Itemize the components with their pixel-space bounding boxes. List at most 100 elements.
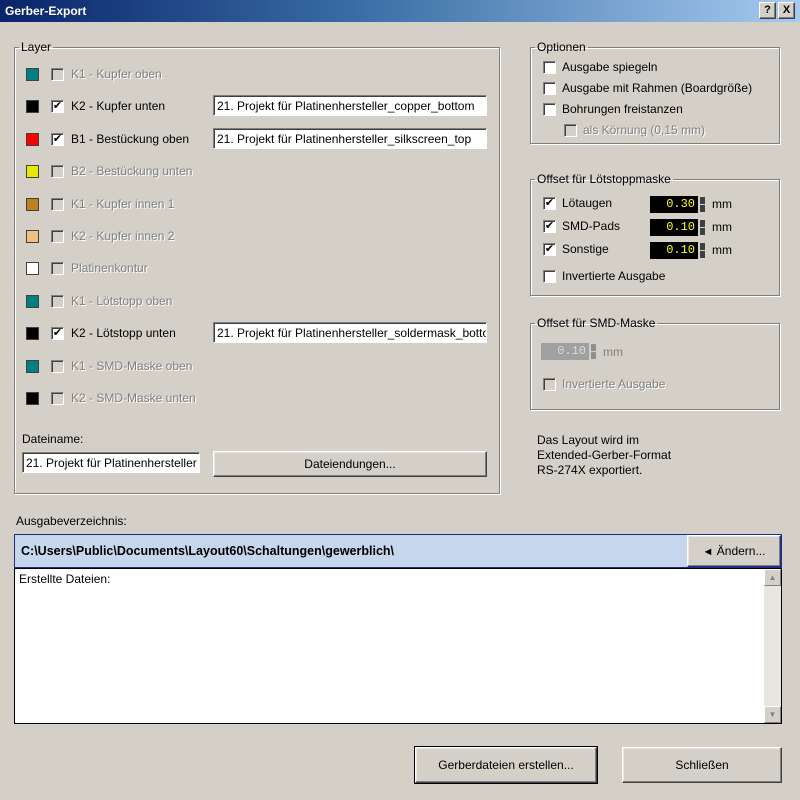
layer-group-title: Layer	[21, 40, 52, 54]
create-gerber-button[interactable]: Gerberdateien erstellen...	[414, 746, 598, 784]
layer-color-swatch	[26, 392, 39, 405]
layer-filename-input[interactable]: 21. Projekt für Platinenhersteller_silks…	[213, 128, 487, 149]
layer-color-swatch	[26, 198, 39, 211]
layer-row: B2 - Bestückung unten	[0, 163, 500, 183]
layer-label: K1 - Kupfer innen 1	[71, 197, 175, 211]
layer-label: K2 - SMD-Maske unten	[71, 391, 196, 405]
mirror-output-label: Ausgabe spiegeln	[562, 60, 658, 74]
layer-filename-input[interactable]: 21. Projekt für Platinenhersteller_solde…	[213, 322, 487, 343]
title-bar: Gerber-Export ? X	[0, 0, 800, 22]
scroll-down-icon[interactable]: ▼	[764, 706, 781, 723]
other-offset-label: Sonstige	[562, 242, 609, 256]
center-punch-checkbox	[564, 124, 577, 137]
format-info: Das Layout wird im Extended-Gerber-Forma…	[537, 433, 671, 478]
layer-color-swatch	[26, 68, 39, 81]
layer-checkbox	[51, 262, 64, 275]
layer-color-swatch	[26, 262, 39, 275]
smd-pads-offset-spinner[interactable]	[700, 219, 705, 236]
solder-invert-label: Invertierte Ausgabe	[562, 269, 666, 283]
layer-color-swatch	[26, 327, 39, 340]
layer-row: Platinenkontur	[0, 260, 500, 280]
center-punch-label: als Körnung (0,15 mm)	[583, 123, 706, 137]
pads-offset-checkbox[interactable]: ✔	[543, 197, 556, 210]
smd-mask-offset-unit: mm	[603, 345, 623, 359]
layer-checkbox[interactable]: ✔	[51, 100, 64, 113]
layer-row: K2 - SMD-Maske unten	[0, 390, 500, 410]
layer-filename-input[interactable]: 21. Projekt für Platinenhersteller_coppe…	[213, 95, 487, 116]
layer-label: B1 - Bestückung oben	[71, 132, 190, 146]
change-dir-button[interactable]: ◄ Ändern...	[687, 535, 781, 567]
layer-row: K1 - SMD-Maske oben	[0, 358, 500, 378]
layer-color-swatch	[26, 230, 39, 243]
window-title: Gerber-Export	[5, 4, 87, 18]
layer-row: ✔ K2 - Kupfer unten 21. Projekt für Platin…	[0, 95, 500, 118]
layer-row: K1 - Kupfer oben	[0, 66, 500, 86]
output-dir-path: C:\Users\Public\Documents\Layout60\Schal…	[21, 544, 394, 558]
frame-output-checkbox[interactable]	[543, 82, 556, 95]
created-files-list[interactable]: Erstellte Dateien: ▲ ▼	[14, 568, 782, 724]
layer-label: K2 - Kupfer unten	[71, 99, 166, 113]
layer-checkbox	[51, 68, 64, 81]
layer-color-swatch	[26, 295, 39, 308]
smd-pads-offset-unit: mm	[712, 220, 732, 234]
filename-input[interactable]: 21. Projekt für Platinenhersteller	[22, 452, 200, 473]
arrow-left-icon: ◄	[702, 546, 714, 558]
smd-offset-title: Offset für SMD-Maske	[537, 316, 656, 330]
pads-offset-input[interactable]: 0.30	[650, 196, 698, 213]
layer-checkbox	[51, 198, 64, 211]
pads-offset-label: Lötaugen	[562, 196, 613, 210]
created-files-label: Erstellte Dateien:	[19, 572, 111, 586]
smd-invert-label: Invertierte Ausgabe	[562, 377, 666, 391]
layer-label: Platinenkontur	[71, 261, 148, 275]
options-group-title: Optionen	[537, 40, 586, 54]
scroll-up-icon[interactable]: ▲	[764, 569, 781, 586]
layer-checkbox	[51, 165, 64, 178]
smd-invert-checkbox	[543, 378, 556, 391]
layer-checkbox	[51, 392, 64, 405]
other-offset-unit: mm	[712, 243, 732, 257]
format-info-line-3: RS-274X exportiert.	[537, 463, 643, 477]
output-dir-label: Ausgabeverzeichnis:	[16, 514, 127, 528]
layer-checkbox	[51, 230, 64, 243]
output-dir-bar: C:\Users\Public\Documents\Layout60\Schal…	[14, 534, 782, 568]
layer-checkbox[interactable]: ✔	[51, 327, 64, 340]
pads-offset-unit: mm	[712, 197, 732, 211]
layer-label: B2 - Bestückung unten	[71, 164, 193, 178]
mirror-output-checkbox[interactable]	[543, 61, 556, 74]
created-files-scrollbar[interactable]: ▲ ▼	[764, 569, 781, 723]
solder-offset-title: Offset für Lötstoppmaske	[537, 172, 671, 186]
other-offset-checkbox[interactable]: ✔	[543, 243, 556, 256]
help-button[interactable]: ?	[759, 2, 776, 19]
format-info-line-1: Das Layout wird im	[537, 433, 640, 447]
layer-row: ✔ B1 - Bestückung oben 21. Projekt für Pla…	[0, 128, 500, 151]
other-offset-input[interactable]: 0.10	[650, 242, 698, 259]
layer-checkbox	[51, 360, 64, 373]
layer-label: K2 - Lötstopp unten	[71, 326, 176, 340]
layer-color-swatch	[26, 100, 39, 113]
punch-holes-checkbox[interactable]	[543, 103, 556, 116]
layer-row: ✔ K2 - Lötstopp unten 21. Projekt für Plat…	[0, 322, 500, 345]
smd-pads-offset-checkbox[interactable]: ✔	[543, 220, 556, 233]
layer-row: K2 - Kupfer innen 2	[0, 228, 500, 248]
filename-label: Dateiname:	[22, 432, 84, 446]
change-dir-label: Ändern...	[716, 544, 766, 558]
layer-color-swatch	[26, 360, 39, 373]
other-offset-spinner[interactable]	[700, 242, 705, 259]
punch-holes-label: Bohrungen freistanzen	[562, 102, 683, 116]
layer-color-swatch	[26, 165, 39, 178]
pads-offset-spinner[interactable]	[700, 196, 705, 213]
format-info-line-2: Extended-Gerber-Format	[537, 448, 672, 462]
layer-color-swatch	[26, 133, 39, 146]
solder-invert-checkbox[interactable]	[543, 270, 556, 283]
layer-label: K1 - Kupfer oben	[71, 67, 162, 81]
smd-pads-offset-label: SMD-Pads	[562, 219, 621, 233]
layer-label: K1 - SMD-Maske oben	[71, 359, 193, 373]
layer-label: K2 - Kupfer innen 2	[71, 229, 175, 243]
smd-pads-offset-input[interactable]: 0.10	[650, 219, 698, 236]
close-button[interactable]: Schließen	[622, 747, 782, 783]
layer-checkbox[interactable]: ✔	[51, 133, 64, 146]
file-extensions-button[interactable]: Dateiendungen...	[213, 451, 487, 477]
smd-mask-offset-input: 0.10	[541, 343, 589, 360]
close-window-button[interactable]: X	[778, 2, 795, 19]
layer-checkbox	[51, 295, 64, 308]
